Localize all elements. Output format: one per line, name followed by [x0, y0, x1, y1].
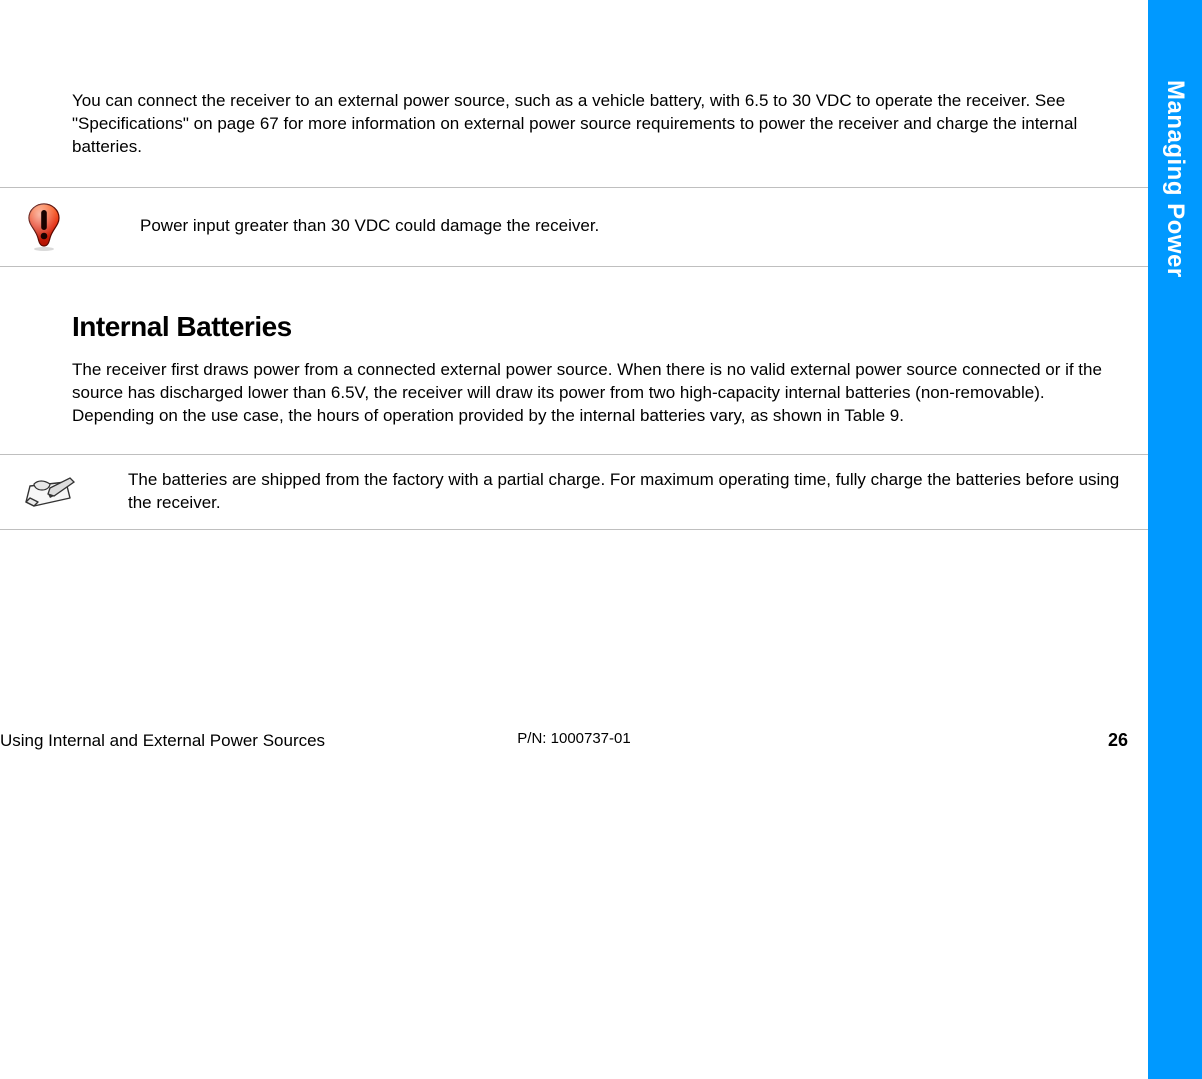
- section-heading-internal-batteries: Internal Batteries: [72, 311, 1128, 343]
- warning-icon: [20, 202, 80, 252]
- section-body: The receiver first draws power from a co…: [72, 359, 1120, 428]
- note-icon: [20, 472, 80, 512]
- note-callout: The batteries are shipped from the facto…: [0, 454, 1148, 530]
- chapter-tab: Managing Power: [1148, 0, 1202, 1079]
- footer-page-number: 26: [1108, 730, 1128, 751]
- warning-text: Power input greater than 30 VDC could da…: [80, 215, 599, 238]
- warning-callout: Power input greater than 30 VDC could da…: [0, 187, 1148, 267]
- page-footer: Using Internal and External Power Source…: [0, 730, 1148, 751]
- footer-part-number: P/N: 1000737-01: [517, 730, 630, 747]
- footer-section-title: Using Internal and External Power Source…: [0, 731, 325, 751]
- intro-paragraph: You can connect the receiver to an exter…: [72, 90, 1128, 159]
- chapter-tab-label: Managing Power: [1161, 80, 1189, 278]
- note-text: The batteries are shipped from the facto…: [80, 469, 1128, 515]
- page-body: You can connect the receiver to an exter…: [0, 0, 1148, 1079]
